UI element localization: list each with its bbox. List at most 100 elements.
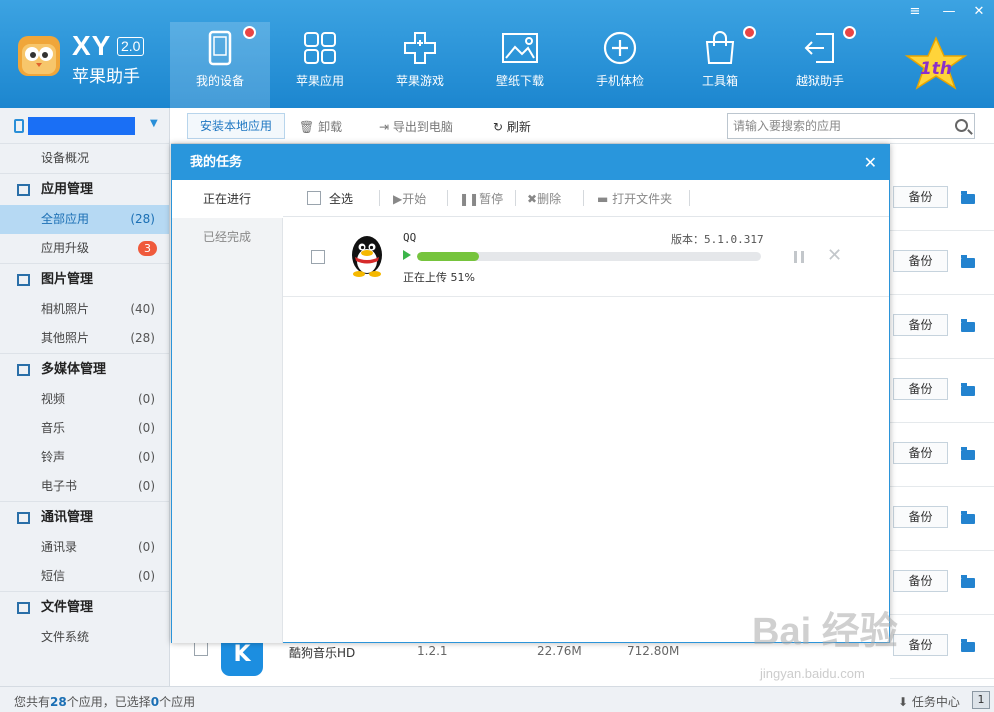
sidebar-section-apps[interactable]: 应用管理 bbox=[0, 173, 169, 205]
sidebar-item-label: 铃声 bbox=[41, 450, 66, 464]
nav-apple-apps[interactable]: 苹果应用 bbox=[270, 22, 370, 108]
status-suffix: 个应用 bbox=[159, 695, 196, 709]
sidebar-item-ebooks[interactable]: 电子书 (0) bbox=[0, 472, 169, 501]
sidebar-item-video[interactable]: 视频 (0) bbox=[0, 385, 169, 414]
sidebar-item-all-apps[interactable]: 全部应用 (28) bbox=[0, 205, 169, 234]
chat-icon bbox=[17, 512, 30, 524]
refresh-button[interactable]: ↻ 刷新 bbox=[493, 118, 531, 135]
sidebar-item-count: (28) bbox=[130, 331, 155, 345]
uninstall-button[interactable]: 🗑 卸载 bbox=[299, 118, 342, 135]
install-local-app-button[interactable]: 安装本地应用 bbox=[187, 113, 286, 139]
picture-icon bbox=[502, 33, 538, 63]
task-app-name: QQ bbox=[403, 231, 417, 244]
task-row[interactable]: QQ 版本：5.1.0.317 正在上传 51% ✕ bbox=[283, 217, 889, 297]
nav-health-check[interactable]: 手机体检 bbox=[570, 22, 670, 108]
nav-wallpaper[interactable]: 壁纸下载 bbox=[470, 22, 570, 108]
task-count-badge: 1 bbox=[972, 691, 990, 709]
row-divider bbox=[890, 358, 994, 359]
sidebar-item-contacts[interactable]: 通讯录 (0) bbox=[0, 533, 169, 562]
backup-button[interactable]: 备份 bbox=[893, 506, 948, 528]
nav-jailbreak[interactable]: 越狱助手 bbox=[770, 22, 870, 108]
select-all-checkbox[interactable] bbox=[307, 191, 321, 205]
brand-logo-text: XY bbox=[72, 30, 112, 61]
phone-icon bbox=[208, 30, 232, 66]
cancel-task-icon[interactable]: ✕ bbox=[827, 245, 842, 266]
start-button[interactable]: ▶开始 bbox=[393, 190, 426, 207]
folder-icon[interactable] bbox=[961, 511, 975, 524]
divider bbox=[379, 190, 380, 206]
select-all-label[interactable]: 全选 bbox=[329, 190, 353, 207]
task-checkbox[interactable] bbox=[311, 250, 325, 264]
nav-label: 我的设备 bbox=[195, 74, 244, 88]
folder-icon: ▬ bbox=[597, 192, 613, 206]
sidebar-section-title: 文件管理 bbox=[41, 600, 94, 615]
folder-icon[interactable] bbox=[961, 383, 975, 396]
sidebar-item-other-photos[interactable]: 其他照片 (28) bbox=[0, 324, 169, 353]
sidebar-section-files[interactable]: 文件管理 bbox=[0, 591, 169, 623]
menu-icon[interactable]: ≡ bbox=[906, 4, 924, 19]
divider bbox=[515, 190, 516, 206]
sidebar-section-communication[interactable]: 通讯管理 bbox=[0, 501, 169, 533]
app-header: XY 2.0 苹果助手 我的设备 苹果应用 苹果游戏 壁纸下载 手机体检 工具箱… bbox=[0, 0, 994, 108]
baidu-watermark: Bai 经验 bbox=[752, 611, 898, 653]
pause-task-icon[interactable] bbox=[794, 251, 804, 263]
toolbox-icon bbox=[705, 31, 735, 64]
export-label: 导出到电脑 bbox=[392, 120, 453, 134]
close-window-icon[interactable]: ✕ bbox=[970, 4, 988, 19]
nav-toolbox[interactable]: 工具箱 bbox=[670, 22, 770, 108]
open-folder-button[interactable]: ▬ 打开文件夹 bbox=[597, 190, 672, 207]
pause-icon: ❚❚ bbox=[459, 192, 480, 206]
export-to-pc-button[interactable]: ⇥ 导出到电脑 bbox=[379, 118, 453, 135]
sidebar-item-ringtones[interactable]: 铃声 (0) bbox=[0, 443, 169, 472]
sidebar-section-media[interactable]: 多媒体管理 bbox=[0, 353, 169, 385]
delete-button[interactable]: ✖删除 bbox=[527, 190, 561, 207]
search-icon[interactable] bbox=[955, 119, 968, 132]
folder-icon[interactable] bbox=[961, 447, 975, 460]
folder-icon[interactable] bbox=[961, 191, 975, 204]
minimize-icon[interactable]: — bbox=[940, 4, 958, 19]
sidebar-item-sms[interactable]: 短信 (0) bbox=[0, 562, 169, 591]
device-selector[interactable]: ▼ bbox=[0, 108, 169, 144]
row-checkbox[interactable] bbox=[194, 642, 208, 656]
sidebar-item-count: (0) bbox=[138, 540, 155, 554]
notification-dot bbox=[843, 26, 856, 39]
tab-completed[interactable]: 已经完成 bbox=[172, 218, 282, 256]
search-input[interactable]: 请输入要搜索的应用 bbox=[727, 113, 975, 139]
backup-button[interactable]: 备份 bbox=[893, 250, 948, 272]
pause-button[interactable]: ❚❚暂停 bbox=[459, 190, 503, 207]
sidebar-item-camera-photos[interactable]: 相机照片 (40) bbox=[0, 295, 169, 324]
sidebar-item-app-updates[interactable]: 应用升级 3 bbox=[0, 234, 169, 263]
pause-label: 暂停 bbox=[479, 192, 504, 206]
tab-in-progress[interactable]: 正在进行 bbox=[172, 180, 283, 218]
app-name: 酷狗音乐HD bbox=[289, 646, 356, 660]
backup-button[interactable]: 备份 bbox=[893, 442, 948, 464]
folder-icon[interactable] bbox=[961, 255, 975, 268]
anniversary-star-badge[interactable]: 1th bbox=[903, 36, 969, 92]
nav-label: 苹果应用 bbox=[295, 74, 344, 88]
folder-icon[interactable] bbox=[961, 319, 975, 332]
sidebar-item-label: 电子书 bbox=[41, 479, 78, 493]
my-tasks-dialog: 我的任务 ✕ 正在进行 已经完成 全选 ▶开始 ❚❚暂停 ✖删除 ▬ 打开文件夹… bbox=[171, 144, 890, 643]
status-summary: 您共有28个应用，已选择0个应用 bbox=[14, 693, 195, 710]
backup-button[interactable]: 备份 bbox=[893, 570, 948, 592]
status-middle: 个应用，已选择 bbox=[66, 695, 151, 709]
task-center-button[interactable]: ⬇ 任务中心 bbox=[898, 693, 960, 710]
sidebar-item-music[interactable]: 音乐 (0) bbox=[0, 414, 169, 443]
chevron-down-icon[interactable]: ▼ bbox=[150, 118, 158, 129]
backup-button[interactable]: 备份 bbox=[893, 378, 948, 400]
backup-button[interactable]: 备份 bbox=[893, 314, 948, 336]
apps-icon bbox=[17, 184, 30, 196]
sidebar-section-images[interactable]: 图片管理 bbox=[0, 263, 169, 295]
close-icon[interactable]: ✕ bbox=[864, 145, 877, 180]
sidebar-item-label: 设备概况 bbox=[41, 151, 90, 165]
backup-button[interactable]: 备份 bbox=[893, 186, 948, 208]
folder-icon[interactable] bbox=[961, 575, 975, 588]
sidebar-section-title: 多媒体管理 bbox=[41, 362, 107, 377]
sidebar-item-file-system[interactable]: 文件系统 bbox=[0, 623, 169, 652]
export-icon: ⇥ bbox=[379, 120, 393, 134]
nav-apple-games[interactable]: 苹果游戏 bbox=[370, 22, 470, 108]
sidebar-item-overview[interactable]: 设备概况 bbox=[0, 144, 169, 173]
nav-my-device[interactable]: 我的设备 bbox=[170, 22, 270, 108]
uninstall-label: 卸载 bbox=[318, 120, 343, 134]
app-size: 22.76M bbox=[537, 644, 582, 658]
